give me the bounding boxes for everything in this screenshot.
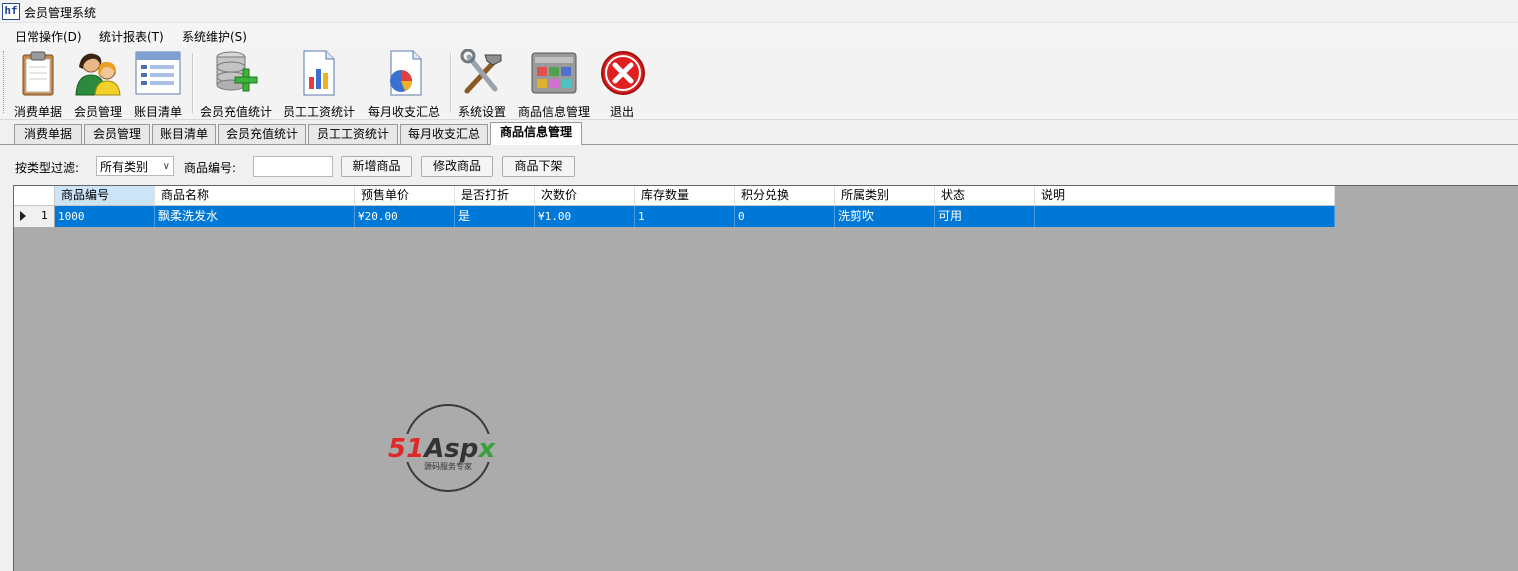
cell-category[interactable]: 洗剪吹 xyxy=(835,206,935,227)
current-row-arrow-icon xyxy=(20,211,26,221)
row-header[interactable]: 1 xyxy=(14,206,55,227)
toolbar-button-label: 会员充值统计 xyxy=(199,105,272,119)
watermark-slogan: 源码服务专家 xyxy=(424,461,472,471)
column-header-per-use-price[interactable]: 次数价 xyxy=(535,186,635,205)
watermark-brand-dark: Asp xyxy=(422,434,478,464)
toolbar-button-label: 退出 xyxy=(609,105,634,119)
database-add-icon xyxy=(216,51,258,92)
type-filter-label: 按类型过滤: xyxy=(15,161,80,175)
toolbar-button-salary-stats[interactable]: 员工工资统计 xyxy=(282,49,356,119)
tab-salary-stats[interactable]: 员工工资统计 xyxy=(308,124,398,144)
grid-corner[interactable] xyxy=(14,186,55,205)
toolbar-grip[interactable] xyxy=(3,51,7,113)
column-header-discount[interactable]: 是否打折 xyxy=(455,186,535,205)
type-filter-select[interactable]: 所有类别 ∨ xyxy=(96,156,174,176)
column-header-status[interactable]: 状态 xyxy=(935,186,1035,205)
column-header-notes[interactable]: 说明 xyxy=(1035,186,1335,205)
grid-header: 商品编号 商品名称 预售单价 是否打折 次数价 库存数量 积分兑换 所属类别 状… xyxy=(14,186,1335,206)
column-header-stock[interactable]: 库存数量 xyxy=(635,186,735,205)
svg-text:51Aspx: 51Aspx xyxy=(388,434,496,464)
tab-recharge-stats[interactable]: 会员充值统计 xyxy=(218,124,306,144)
watermark-logo: 51Aspx 源码服务专家 xyxy=(386,404,512,492)
toolbar-button-system-settings[interactable]: 系统设置 xyxy=(456,48,508,119)
menu-daily-ops[interactable]: 日常操作(D) xyxy=(15,28,82,45)
cell-status[interactable]: 可用 xyxy=(935,206,1035,227)
column-header-points[interactable]: 积分兑换 xyxy=(735,186,835,205)
toolbar-button-account-list[interactable]: 账目清单 xyxy=(132,49,184,119)
bar-chart-doc-icon xyxy=(303,50,335,96)
tools-icon xyxy=(460,48,502,94)
tab-monthly-summary[interactable]: 每月收支汇总 xyxy=(400,124,488,144)
cell-points[interactable]: 0 xyxy=(735,206,835,227)
menu-maintenance[interactable]: 系统维护(S) xyxy=(182,28,247,45)
product-code-input[interactable] xyxy=(253,156,333,177)
cell-stock[interactable]: 1 xyxy=(635,206,735,227)
cell-name[interactable]: 飘柔洗发水 xyxy=(155,206,355,227)
column-header-price[interactable]: 预售单价 xyxy=(355,186,455,205)
toolbar-button-label: 员工工资统计 xyxy=(282,105,355,119)
toolbar-button-exit[interactable]: 退出 xyxy=(598,49,646,119)
cell-discount[interactable]: 是 xyxy=(455,206,535,227)
remove-product-button[interactable]: 商品下架 xyxy=(502,156,575,177)
tab-members[interactable]: 会员管理 xyxy=(84,124,150,144)
window-title: 会员管理系统 xyxy=(24,6,97,20)
table-row[interactable]: 1000 飘柔洗发水 ¥20.00 是 ¥1.00 1 0 洗剪吹 可用 xyxy=(55,206,1335,227)
cell-code[interactable]: 1000 xyxy=(55,206,155,227)
product-grid-icon xyxy=(531,52,577,94)
column-header-code[interactable]: 商品编号 xyxy=(55,186,155,205)
tab-consume-bill[interactable]: 消费单据 xyxy=(14,124,82,144)
toolbar-button-product-management[interactable]: 商品信息管理 xyxy=(516,49,592,119)
product-code-label: 商品编号: xyxy=(184,161,237,175)
add-product-button[interactable]: 新增商品 xyxy=(341,156,412,177)
cell-price[interactable]: ¥20.00 xyxy=(355,206,455,227)
toolbar-button-consume-bill[interactable]: 消费单据 xyxy=(12,49,64,119)
toolbar-button-label: 账目清单 xyxy=(133,105,182,119)
toolbar-button-label: 系统设置 xyxy=(457,105,506,119)
toolbar-button-label: 会员管理 xyxy=(73,105,122,119)
column-header-category[interactable]: 所属类别 xyxy=(835,186,935,205)
exit-icon xyxy=(601,51,645,95)
toolbar-button-members[interactable]: 会员管理 xyxy=(72,49,124,119)
pie-chart-doc-icon xyxy=(390,50,422,96)
clipboard-icon xyxy=(22,51,54,96)
filter-bar: 按类型过滤: 所有类别 ∨ 商品编号: 新增商品 修改商品 商品下架 xyxy=(0,145,1518,185)
row-number: 1 xyxy=(41,209,48,222)
toolbar-button-label: 商品信息管理 xyxy=(517,105,590,119)
column-header-name[interactable]: 商品名称 xyxy=(155,186,355,205)
toolbar-button-recharge-stats[interactable]: 会员充值统计 xyxy=(199,49,273,119)
watermark-brand-green: x xyxy=(476,434,496,464)
watermark-brand-red: 51 xyxy=(388,434,424,464)
tab-account-list[interactable]: 账目清单 xyxy=(152,124,216,144)
tab-product-management[interactable]: 商品信息管理 xyxy=(490,122,582,145)
app-logo-icon: hf xyxy=(2,3,20,20)
toolbar-separator xyxy=(450,53,452,113)
chevron-down-icon: ∨ xyxy=(162,161,170,172)
tab-strip: 消费单据 会员管理 账目清单 会员充值统计 员工工资统计 每月收支汇总 商品信息… xyxy=(0,121,1518,145)
menu-reports[interactable]: 统计报表(T) xyxy=(99,28,164,45)
title-bar: hf 会员管理系统 xyxy=(0,0,1518,23)
toolbar: 消费单据 会员管理 账目清单 会员充值统计 员工工资统计 每月收支汇总 系统设置… xyxy=(0,47,1518,120)
menu-bar: 日常操作(D) 统计报表(T) 系统维护(S) xyxy=(0,23,1518,47)
cell-notes[interactable] xyxy=(1035,206,1335,227)
product-grid[interactable]: 商品编号 商品名称 预售单价 是否打折 次数价 库存数量 积分兑换 所属类别 状… xyxy=(13,185,1518,571)
cell-per-use-price[interactable]: ¥1.00 xyxy=(535,206,635,227)
edit-product-button[interactable]: 修改商品 xyxy=(421,156,493,177)
list-icon xyxy=(135,51,181,95)
toolbar-button-monthly-summary[interactable]: 每月收支汇总 xyxy=(366,49,442,119)
members-icon xyxy=(75,53,121,96)
toolbar-separator xyxy=(192,53,194,113)
type-filter-value: 所有类别 xyxy=(100,160,149,174)
toolbar-button-label: 每月收支汇总 xyxy=(367,105,440,119)
toolbar-button-label: 消费单据 xyxy=(13,105,62,119)
